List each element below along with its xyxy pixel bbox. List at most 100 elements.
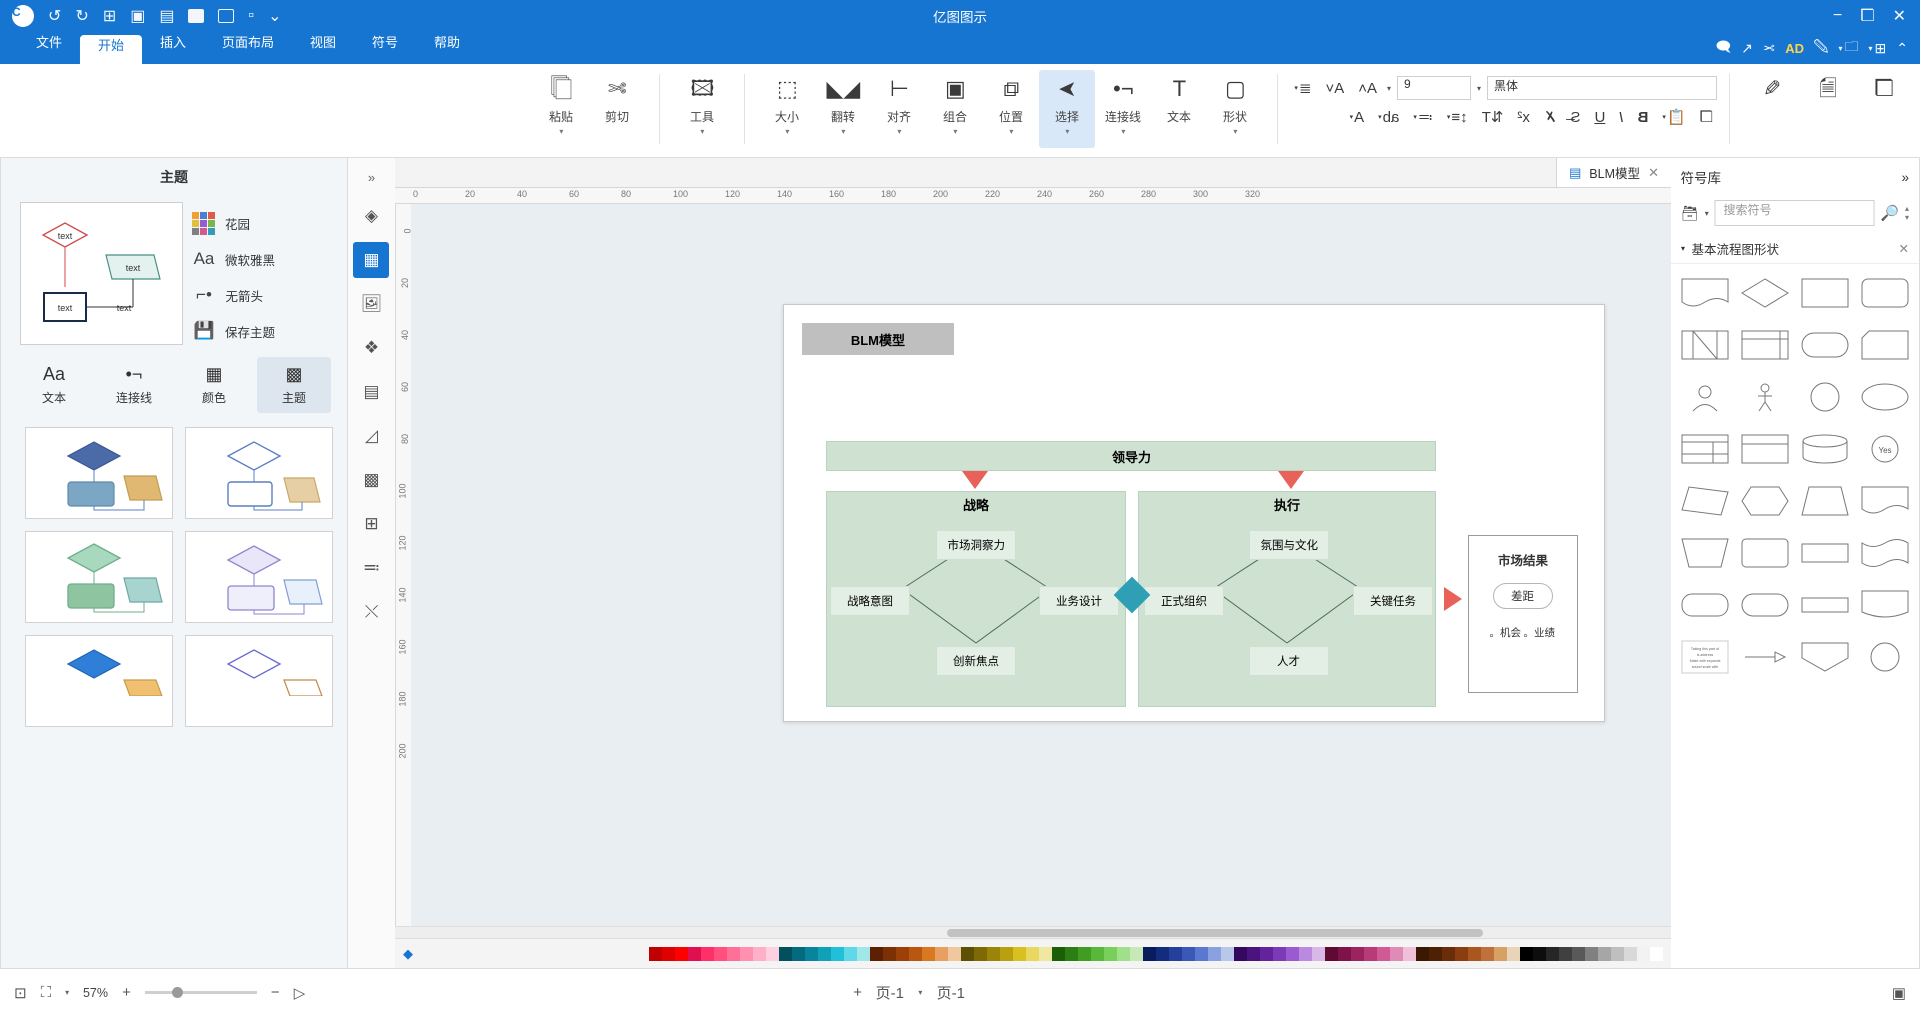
theme-gallery-item[interactable] (185, 635, 333, 727)
cut-button[interactable]: ✄ 剪切 (589, 70, 645, 148)
palette-swatch[interactable] (1325, 946, 1338, 961)
copy-format-button[interactable]: 🗎 (1800, 70, 1856, 148)
collapse-left-panel-icon[interactable]: « (368, 164, 375, 190)
palette-swatch[interactable] (883, 946, 896, 961)
theme-tab-color[interactable]: ▦ 颜色 (177, 357, 251, 413)
duplicate-shape-icon[interactable]: ❐ (1696, 106, 1717, 128)
node-execution-1[interactable]: 正式组织 (1144, 586, 1224, 616)
palette-swatch[interactable] (1481, 946, 1494, 961)
shape-pentagon-down[interactable] (1797, 636, 1853, 678)
palette-swatch[interactable] (831, 946, 844, 961)
chevron-down-icon[interactable]: ▾ (953, 127, 957, 136)
chevron-down-icon[interactable]: ▾ (1121, 127, 1125, 136)
fit-page-icon[interactable]: ⊡ (14, 984, 27, 1002)
presentation-icon[interactable]: ◁ (294, 984, 306, 1002)
node-strategy-0[interactable]: 市场洞察力 (936, 530, 1016, 560)
folder-icon[interactable]: ▣ (130, 6, 145, 26)
shape-circle-2[interactable] (1857, 636, 1913, 678)
shape-rounded-rect[interactable] (1857, 272, 1913, 314)
palette-swatch[interactable] (1559, 946, 1572, 961)
chevron-down-icon[interactable]: ▾ (1681, 244, 1685, 253)
palette-swatch[interactable] (1013, 946, 1026, 961)
maximize-icon[interactable] (188, 9, 205, 23)
shape-arrow-left-box[interactable] (1737, 636, 1793, 678)
palette-swatch[interactable] (1286, 946, 1299, 961)
node-execution-0[interactable]: 氛围与文化 (1249, 530, 1329, 560)
palette-swatch[interactable] (870, 946, 883, 961)
palette-swatch[interactable] (1195, 946, 1208, 961)
palette-swatch[interactable] (1364, 946, 1377, 961)
add-page-button[interactable]: + (853, 984, 862, 1001)
palette-swatch[interactable] (1091, 946, 1104, 961)
palette-swatch[interactable] (1624, 946, 1637, 961)
palette-swatch[interactable] (1520, 946, 1533, 961)
horizontal-ruler[interactable]: 0 20 40 60 80 100 120 140 160 180 200 22… (395, 188, 1671, 204)
italic-icon[interactable]: I (1615, 107, 1627, 128)
palette-swatch[interactable] (1299, 946, 1312, 961)
shape-document[interactable] (1677, 272, 1733, 314)
chart-icon[interactable]: ◺ (354, 418, 390, 454)
vertical-ruler[interactable]: 0 20 40 60 80 100 120 140 160 180 200 (395, 204, 412, 968)
underline-icon[interactable]: U (1590, 107, 1609, 128)
fullscreen-icon[interactable]: ⛶ (41, 984, 52, 1001)
window-icon[interactable]: ❐ (1860, 6, 1874, 26)
shape-note-text[interactable]: Taking this part of is address Make with e… (1677, 636, 1733, 678)
palette-swatch[interactable] (688, 946, 701, 961)
spinner-icon[interactable]: ▴ ▾ (1905, 204, 1909, 222)
shape-hexagon[interactable] (1737, 480, 1793, 522)
tab-help[interactable]: 帮助 (416, 32, 478, 64)
node-execution-3[interactable]: 人才 (1249, 646, 1329, 676)
palette-swatch[interactable] (1182, 946, 1195, 961)
palette-swatch[interactable] (1494, 946, 1507, 961)
theme-tab-text[interactable]: Aa 文本 (17, 357, 91, 413)
fill-icon[interactable]: ◈ (354, 198, 390, 234)
duplicate-button[interactable]: ❐ (1856, 70, 1912, 148)
palette-swatch[interactable] (857, 946, 870, 961)
group-button[interactable]: ▣ 组合 ▾ (927, 70, 983, 148)
palette-swatch[interactable] (779, 946, 792, 961)
shape-actor-person[interactable] (1737, 376, 1793, 418)
shape-wave-doc[interactable] (1857, 480, 1913, 522)
layout-icon[interactable]: ▣ (1892, 984, 1906, 1002)
avatar[interactable]: C (12, 5, 34, 27)
palette-swatch[interactable] (987, 946, 1000, 961)
theme-gallery-item[interactable] (25, 531, 173, 623)
shuffle-icon[interactable]: ⤫ (354, 594, 390, 630)
shapes-grid-icon[interactable]: ▦ (353, 242, 390, 278)
shape-trapezoid[interactable] (1797, 480, 1853, 522)
zoom-out-button[interactable]: − (271, 984, 280, 1001)
close-icon[interactable]: ✕ (1648, 165, 1659, 181)
list-icon[interactable]: ≔ (354, 550, 390, 586)
palette-swatch[interactable] (922, 946, 935, 961)
cursor-icon[interactable]: ↖ (1741, 40, 1753, 57)
add-icon[interactable]: ⊞ (103, 6, 116, 26)
zoom-in-button[interactable]: + (122, 984, 131, 1001)
increase-font-icon[interactable]: A˄ (1354, 78, 1381, 99)
text-button[interactable]: T 文本 (1151, 70, 1207, 148)
paste-button[interactable]: 🗍 粘贴 ▾ (533, 70, 589, 148)
chevron-down-icon[interactable]: ▾ (785, 127, 789, 136)
line-spacing-icon[interactable]: ↕≡ ▾ (1443, 107, 1472, 128)
palette-swatch[interactable] (844, 946, 857, 961)
table-icon[interactable]: ▩ (354, 462, 390, 498)
chevron-down-icon[interactable]: ▾ (700, 127, 704, 136)
palette-swatch[interactable] (1000, 946, 1013, 961)
palette-swatch[interactable] (1507, 946, 1520, 961)
size-button[interactable]: ⬚ 大小 ▾ (759, 70, 815, 148)
theme-option-font[interactable]: 微软雅黑 Aa (193, 248, 275, 270)
chevron-down-icon[interactable]: ▾ (1233, 127, 1237, 136)
canvas-scroll-area[interactable]: BLM模型 领导力 执行 战略 氛围与文化 正式组织 关键任务 人才 市场洞察力… (411, 204, 1671, 968)
palette-swatch[interactable] (909, 946, 922, 961)
shape-card[interactable] (1857, 324, 1913, 366)
list-icon[interactable]: ≣ ▾ (1290, 77, 1315, 99)
theme-gallery-item[interactable] (25, 427, 173, 519)
palette-swatch[interactable] (1598, 946, 1611, 961)
document-tab-blm[interactable]: ✕ BLM模型 ▤ (1556, 158, 1671, 187)
page-icon[interactable]: ▤ (354, 374, 390, 410)
chevron-down-icon[interactable]: ▾ (841, 127, 845, 136)
position-button[interactable]: ⧉ 位置 ▾ (983, 70, 1039, 148)
back-icon[interactable]: ⌃ (1896, 40, 1908, 57)
ad-badge[interactable]: AD (1785, 41, 1804, 56)
node-strategy-3[interactable]: 创新焦点 (936, 646, 1016, 676)
palette-swatch[interactable] (935, 946, 948, 961)
